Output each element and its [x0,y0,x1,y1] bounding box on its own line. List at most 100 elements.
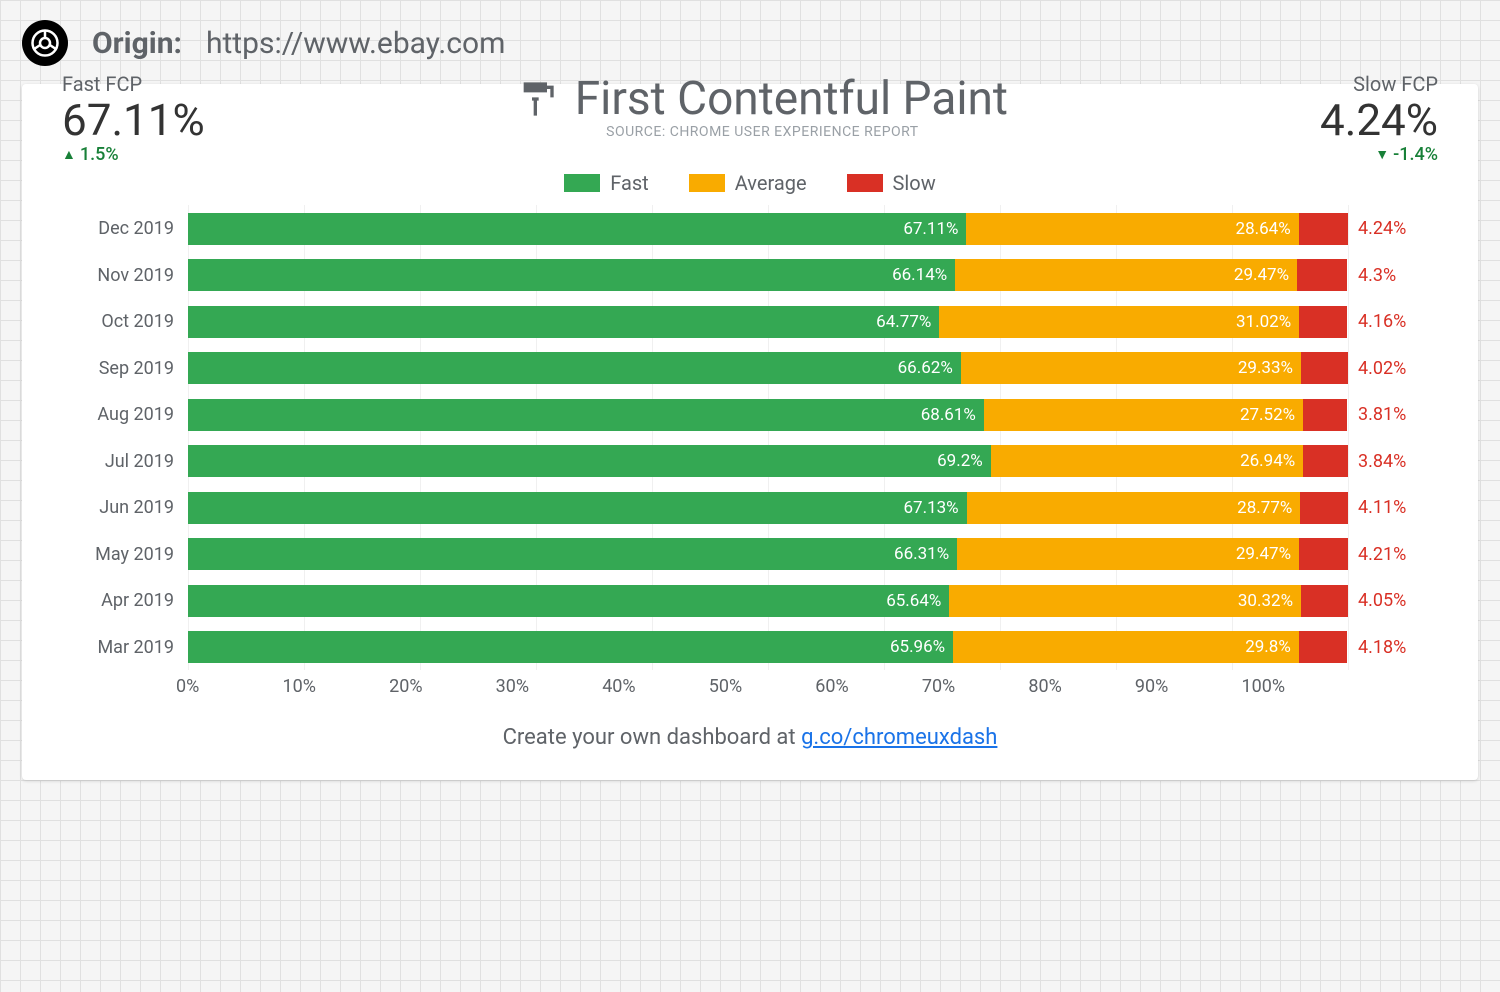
fast-fcp-value: 67.11% [62,96,205,144]
x-tick: 90% [1135,676,1242,697]
bar-average: 26.94% [991,445,1304,477]
y-label: Nov 2019 [62,265,188,286]
bar-slow [1299,213,1348,245]
footer-text: Create your own dashboard at [503,725,802,750]
y-label: Mar 2019 [62,637,188,658]
slow-value-label: 4.18% [1348,637,1438,658]
bar-fast: 66.14% [188,259,955,291]
slow-fcp-value: 4.24% [1320,96,1438,144]
slow-value-label: 3.84% [1348,451,1438,472]
y-label: Apr 2019 [62,590,188,611]
x-tick: 10% [283,676,390,697]
chart-title: First Contentful Paint [575,72,1008,126]
bar-fast: 67.11% [188,213,966,245]
bar-slow [1299,631,1347,663]
x-tick: 80% [1028,676,1135,697]
x-tick: 60% [815,676,922,697]
footer-link[interactable]: g.co/chromeuxdash [801,725,997,750]
slow-value-label: 4.05% [1348,590,1438,611]
slow-value-label: 3.81% [1348,404,1438,425]
origin-label: Origin: [92,26,182,61]
fast-fcp-delta: ▲1.5% [62,144,205,165]
fast-fcp-label: Fast FCP [62,72,205,96]
fcp-card: Fast FCP 67.11% ▲1.5% First Contentful P… [22,84,1478,780]
legend-fast: Fast [564,171,648,195]
bar-slow [1301,352,1348,384]
bar-average: 29.33% [961,352,1301,384]
bar: 66.62% 29.33% [188,352,1348,384]
arrow-down-icon: ▼ [1375,146,1389,163]
origin-url: https://www.ebay.com [206,26,505,61]
bar-fast: 65.96% [188,631,953,663]
bar-fast: 69.2% [188,445,991,477]
x-tick: 0% [176,676,283,697]
x-tick: 50% [709,676,816,697]
bar-slow [1300,492,1348,524]
slow-value-label: 4.3% [1348,265,1438,286]
bar-average: 29.47% [955,259,1297,291]
bar-average: 28.77% [967,492,1301,524]
arrow-up-icon: ▲ [62,146,76,163]
slow-fcp-delta: ▼-1.4% [1375,144,1438,165]
x-tick: 100% [1241,676,1348,697]
bar: 66.31% 29.47% [188,538,1348,570]
bar-fast: 67.13% [188,492,967,524]
y-label: May 2019 [62,544,188,565]
bar-slow [1303,399,1347,431]
slow-value-label: 4.11% [1348,497,1438,518]
legend-slow: Slow [847,171,936,195]
bar: 65.64% 30.32% [188,585,1348,617]
bar-fast: 66.31% [188,538,957,570]
bar: 68.61% 27.52% [188,399,1348,431]
slow-value-label: 4.16% [1348,311,1438,332]
bar-fast: 66.62% [188,352,961,384]
swatch-avg [689,174,725,192]
bar-slow [1303,445,1348,477]
chrome-icon [22,20,68,66]
bar-fast: 64.77% [188,306,939,338]
x-tick: 70% [922,676,1029,697]
x-tick: 20% [389,676,496,697]
bar-average: 30.32% [949,585,1301,617]
bar-slow [1299,306,1347,338]
fast-fcp-kpi: Fast FCP 67.11% ▲1.5% [62,72,205,165]
bar-slow [1301,585,1348,617]
y-label: Jul 2019 [62,451,188,472]
slow-fcp-label: Slow FCP [1353,72,1438,96]
chart-source: SOURCE: CHROME USER EXPERIENCE REPORT [205,124,1320,140]
bar-average: 29.47% [957,538,1299,570]
swatch-slow [847,174,883,192]
fcp-chart: Dec 2019 67.11% 28.64% 4.24% Nov 2019 66… [62,205,1438,697]
bar: 69.2% 26.94% [188,445,1348,477]
bar: 67.11% 28.64% [188,213,1348,245]
swatch-fast [564,174,600,192]
slow-value-label: 4.21% [1348,544,1438,565]
slow-fcp-kpi: Slow FCP 4.24% ▼-1.4% [1320,72,1438,165]
x-tick: 30% [496,676,603,697]
x-tick: 40% [602,676,709,697]
bar-slow [1299,538,1348,570]
y-label: Sep 2019 [62,358,188,379]
y-label: Jun 2019 [62,497,188,518]
bar: 65.96% 29.8% [188,631,1348,663]
bar-fast: 68.61% [188,399,984,431]
bar-average: 27.52% [984,399,1303,431]
y-label: Dec 2019 [62,218,188,239]
bar-slow [1297,259,1347,291]
footer: Create your own dashboard at g.co/chrome… [62,725,1438,750]
paint-roller-icon [517,79,557,119]
x-axis: 0%10%20%30%40%50%60%70%80%90%100% [188,676,1348,697]
y-label: Aug 2019 [62,404,188,425]
slow-value-label: 4.24% [1348,218,1438,239]
legend: Fast Average Slow [62,171,1438,195]
bar-average: 28.64% [966,213,1298,245]
bar: 67.13% 28.77% [188,492,1348,524]
bar-average: 31.02% [939,306,1299,338]
bar: 64.77% 31.02% [188,306,1348,338]
slow-value-label: 4.02% [1348,358,1438,379]
y-label: Oct 2019 [62,311,188,332]
bar: 66.14% 29.47% [188,259,1348,291]
bar-average: 29.8% [953,631,1299,663]
bar-fast: 65.64% [188,585,949,617]
legend-average: Average [689,171,807,195]
